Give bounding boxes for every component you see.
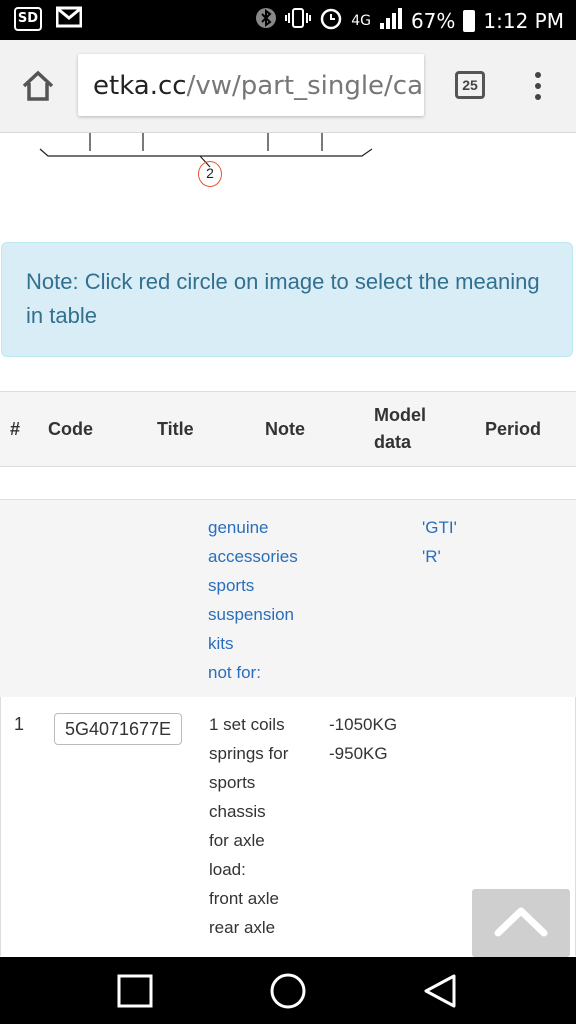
- group-line[interactable]: kits: [208, 629, 298, 658]
- header-note: Note: [265, 418, 305, 439]
- group-line[interactable]: sports: [208, 571, 298, 600]
- scroll-to-top-button[interactable]: [472, 889, 570, 957]
- title-line: rear axle: [209, 918, 276, 937]
- group-model-data: 'GTI' 'R': [422, 513, 457, 571]
- row-number: 1: [14, 714, 25, 734]
- battery-percent: 67%: [410, 8, 456, 33]
- vibrate-icon: [285, 6, 312, 35]
- model-code-gti[interactable]: 'GTI': [422, 513, 457, 542]
- title-line: sports: [209, 773, 256, 792]
- gmail-icon: [55, 6, 83, 32]
- url-host: etka.cc: [93, 71, 187, 101]
- part-diagram: 2: [0, 133, 576, 203]
- system-nav-bar: [0, 957, 576, 1024]
- browser-toolbar: etka.cc/vw/part_single/ca 25: [0, 40, 576, 133]
- table-header: # Code Title Note Model data Period: [0, 391, 576, 467]
- callout-number: 2: [206, 165, 214, 181]
- header-title: Title: [157, 418, 194, 439]
- group-title: genuine accessories sports suspension ki…: [208, 513, 298, 687]
- clock-time: 1:12 PM: [483, 8, 564, 33]
- group-line[interactable]: suspension: [208, 600, 298, 629]
- callout-circle-2[interactable]: 2: [198, 161, 222, 187]
- model-code-r[interactable]: 'R': [422, 542, 457, 571]
- header-num: #: [10, 418, 21, 439]
- home-nav-icon[interactable]: [268, 971, 308, 1011]
- bluetooth-icon: [255, 6, 277, 35]
- url-path: /vw/part_single/ca: [186, 71, 424, 101]
- group-line[interactable]: genuine: [208, 513, 298, 542]
- header-model-line2: data: [374, 432, 412, 452]
- title-line: chassis: [209, 802, 266, 821]
- overflow-menu-icon[interactable]: [530, 70, 546, 102]
- note-line: -1050KG: [329, 715, 398, 734]
- part-note: -1050KG -950KG: [329, 710, 397, 768]
- header-code: Code: [48, 418, 93, 439]
- sd-card-icon: SD: [14, 7, 42, 31]
- note-line: -950KG: [329, 744, 388, 763]
- back-icon[interactable]: [420, 971, 460, 1011]
- url-text: etka.cc/vw/part_single/ca: [93, 71, 423, 101]
- url-bar[interactable]: etka.cc/vw/part_single/ca: [78, 54, 424, 116]
- signal-icon: [379, 7, 403, 34]
- part-code-button[interactable]: 5G4071677E: [54, 713, 182, 745]
- group-line[interactable]: accessories: [208, 542, 298, 571]
- alarm-icon: [319, 6, 343, 35]
- title-line: for axle: [209, 831, 265, 850]
- title-line: front axle: [209, 889, 279, 908]
- page-content: 2 Note: Click red circle on image to sel…: [0, 133, 576, 956]
- part-title: 1 set coils springs for sports chassis f…: [209, 710, 288, 942]
- status-bar: SD 4G 67% 1:12 PM: [0, 0, 576, 40]
- note-text: Note: Click red circle on image to selec…: [26, 269, 540, 328]
- recent-apps-icon[interactable]: [116, 971, 156, 1011]
- note-alert: Note: Click red circle on image to selec…: [1, 242, 573, 357]
- header-model-line1: Model: [374, 405, 426, 425]
- home-icon[interactable]: [18, 66, 58, 106]
- header-model-data: Model data: [374, 392, 426, 466]
- title-line: springs for: [209, 744, 289, 763]
- header-period: Period: [485, 418, 542, 439]
- title-line: load:: [209, 860, 246, 879]
- tab-switcher-button[interactable]: 25: [455, 71, 485, 99]
- table-row-group: genuine accessories sports suspension ki…: [0, 499, 576, 699]
- network-type-label: 4G: [351, 12, 371, 29]
- battery-icon: [463, 9, 476, 32]
- title-line: 1 set coils: [209, 715, 285, 734]
- group-line[interactable]: not for:: [208, 658, 298, 687]
